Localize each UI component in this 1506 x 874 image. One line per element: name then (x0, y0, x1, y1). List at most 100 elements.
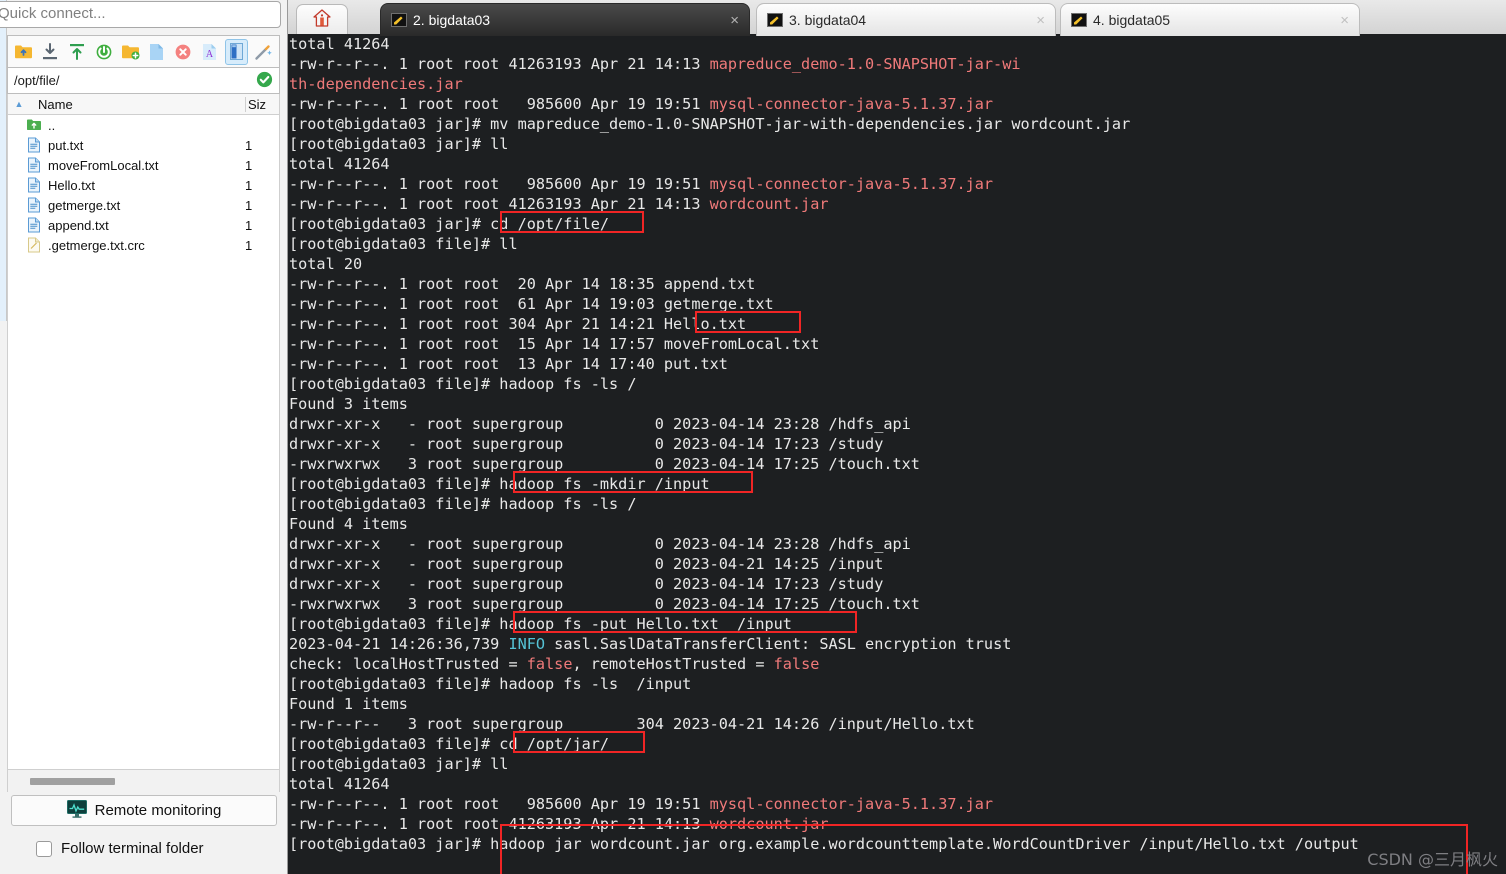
tab-4-bigdata05[interactable]: 4. bigdata05 × (1060, 3, 1360, 36)
magic-wand-icon[interactable] (251, 39, 275, 65)
terminal-line: [root@bigdata03 jar]# cd /opt/file/ (289, 214, 1506, 234)
terminal-line: -rw-r--r--. 1 root root 15 Apr 14 17:57 … (289, 334, 1506, 354)
file-name: moveFromLocal.txt (48, 157, 159, 173)
terminal-line: [root@bigdata03 file]# cd /opt/jar/ (289, 734, 1506, 754)
terminal-text-span: wordcount.jar (709, 195, 829, 213)
file-size: 1 (245, 137, 253, 153)
remote-terminal-window: Quick connect... A /opt/file/ ▲ Name Siz… (0, 0, 1506, 874)
terminal-line: total 41264 (289, 154, 1506, 174)
terminal-line: -rwxrwxrwx 3 root supergroup 0 2023-04-1… (289, 594, 1506, 614)
close-icon[interactable]: × (1340, 12, 1349, 29)
rename-icon[interactable]: A (198, 39, 222, 65)
terminal-text-span: sasl.SaslDataTransferClient: SASL encryp… (545, 635, 1012, 653)
terminal-text-span: [root@bigdata03 file]# cd /opt/jar/ (289, 735, 610, 753)
text-file-icon (26, 177, 42, 193)
list-item[interactable]: .getmerge.txt.crc 1 (8, 235, 279, 255)
list-item[interactable]: append.txt 1 (8, 215, 279, 235)
terminal-text-span: -rw-r--r-- 3 root supergroup 304 2023-04… (289, 715, 975, 733)
tab-label: 4. bigdata05 (1093, 12, 1171, 28)
close-icon[interactable]: × (1036, 12, 1045, 29)
terminal-text-span: th-dependencies.jar (289, 75, 463, 93)
quick-connect-input[interactable]: Quick connect... (0, 1, 281, 28)
file-name: getmerge.txt (48, 197, 121, 213)
download-icon[interactable] (39, 39, 63, 65)
terminal-text-span: drwxr-xr-x - root supergroup 0 2023-04-2… (289, 555, 884, 573)
sort-ascending-icon[interactable]: ▲ (8, 99, 30, 109)
terminal-text-span: total 41264 (289, 775, 390, 793)
go-up-folder-icon[interactable] (12, 39, 36, 65)
follow-terminal-folder-checkbox[interactable] (36, 840, 52, 857)
list-item[interactable]: moveFromLocal.txt 1 (8, 155, 279, 175)
terminal-text-span: check: localHostTrusted = (289, 655, 527, 673)
terminal-text-span: mysql-connector-java-5.1.37.jar (709, 95, 994, 113)
terminal-text-span: mapreduce_demo-1.0-SNAPSHOT-jar-wi (709, 55, 1021, 73)
terminal-text-span: [root@bigdata03 file]# hadoop fs -ls /in… (289, 675, 692, 693)
terminal-line: drwxr-xr-x - root supergroup 0 2023-04-2… (289, 554, 1506, 574)
list-item[interactable]: put.txt 1 (8, 135, 279, 155)
file-size: 1 (245, 157, 253, 173)
terminal-line: -rwxrwxrwx 3 root supergroup 0 2023-04-1… (289, 454, 1506, 474)
scrollbar-thumb[interactable] (30, 778, 115, 785)
terminal-line: 2023-04-21 14:26:36,739 INFO sasl.SaslDa… (289, 634, 1506, 654)
follow-terminal-folder-row[interactable]: Follow terminal folder (36, 840, 204, 857)
home-icon (312, 8, 332, 33)
home-tab[interactable] (296, 4, 348, 36)
file-name: .getmerge.txt.crc (48, 237, 145, 253)
check-circle-icon (256, 71, 273, 91)
new-folder-icon[interactable] (118, 39, 142, 65)
terminal-line: [root@bigdata03 jar]# hadoop jar wordcou… (289, 834, 1506, 854)
terminal-line: [root@bigdata03 jar]# ll (289, 754, 1506, 774)
list-item[interactable]: Hello.txt 1 (8, 175, 279, 195)
terminal-text-span: -rw-r--r--. 1 root root 61 Apr 14 19:03 … (289, 295, 774, 313)
terminal-line: total 20 (289, 254, 1506, 274)
terminal-area: 2. bigdata03 × 3. bigdata04 × 4. bigdata05 × … (288, 0, 1506, 874)
terminal-line: th-dependencies.jar (289, 74, 1506, 94)
terminal-line: Found 4 items (289, 514, 1506, 534)
terminal-text-span: -rw-r--r--. 1 root root 20 Apr 14 18:35 … (289, 275, 756, 293)
terminal-output[interactable]: total 41264 -rw-r--r--. 1 root root 41263… (288, 34, 1506, 874)
upload-icon[interactable] (65, 39, 89, 65)
terminal-text-span: wordcount.jar (709, 815, 829, 833)
remote-monitoring-button[interactable]: Remote monitoring (11, 795, 277, 826)
column-header-name[interactable]: Name (30, 97, 245, 112)
file-name: put.txt (48, 137, 84, 153)
remote-monitoring-label: Remote monitoring (94, 802, 222, 819)
tab-2-bigdata03[interactable]: 2. bigdata03 × (380, 3, 750, 36)
file-size: 1 (245, 197, 253, 213)
list-item[interactable]: getmerge.txt 1 (8, 195, 279, 215)
terminal-text-span: -rw-r--r--. 1 root root 13 Apr 14 17:40 … (289, 355, 728, 373)
terminal-text-span: total 41264 (289, 155, 390, 173)
terminal-session-icon (391, 13, 407, 27)
terminal-text-span: -rw-r--r--. 1 root root 41263193 Apr 21 … (289, 815, 710, 833)
terminal-line: -rw-r--r--. 1 root root 41263193 Apr 21 … (289, 194, 1506, 214)
refresh-icon[interactable] (92, 39, 116, 65)
tab-3-bigdata04[interactable]: 3. bigdata04 × (756, 3, 1056, 36)
terminal-line: -rw-r--r--. 1 root root 13 Apr 14 17:40 … (289, 354, 1506, 374)
terminal-line: [root@bigdata03 file]# ll (289, 234, 1506, 254)
terminal-text-span: , remoteHostTrusted = (572, 655, 774, 673)
text-file-icon (26, 157, 42, 173)
terminal-text-span: [root@bigdata03 file]# ll (289, 235, 518, 253)
terminal-line: check: localHostTrusted = false, remoteH… (289, 654, 1506, 674)
file-name: .. (48, 117, 56, 133)
close-icon[interactable]: × (730, 12, 739, 29)
terminal-text-span: -rwxrwxrwx 3 root supergroup 0 2023-04-1… (289, 455, 920, 473)
blank-file-icon (26, 237, 42, 253)
terminal-session-icon (767, 13, 783, 27)
terminal-line: drwxr-xr-x - root supergroup 0 2023-04-1… (289, 534, 1506, 554)
follow-terminal-folder-label: Follow terminal folder (61, 840, 204, 857)
list-item[interactable]: .. (8, 115, 279, 135)
column-header-size[interactable]: Siz (245, 96, 279, 112)
new-file-icon[interactable] (145, 39, 169, 65)
view-toggle-icon[interactable] (224, 38, 249, 65)
terminal-line: drwxr-xr-x - root supergroup 0 2023-04-1… (289, 574, 1506, 594)
terminal-line: -rw-r--r--. 1 root root 20 Apr 14 18:35 … (289, 274, 1506, 294)
file-list[interactable]: .. put.txt 1 moveFromLocal.txt 1 Hello.txt 1 ge… (7, 115, 280, 770)
file-list-horizontal-scrollbar[interactable] (7, 770, 280, 792)
delete-icon[interactable] (171, 39, 195, 65)
terminal-line: -rw-r--r-- 3 root supergroup 304 2023-04… (289, 714, 1506, 734)
remote-path-bar[interactable]: /opt/file/ (7, 68, 280, 94)
terminal-line: [root@bigdata03 file]# hadoop fs -ls /in… (289, 674, 1506, 694)
terminal-text-span: -rw-r--r--. 1 root root 41263193 Apr 21 … (289, 55, 710, 73)
terminal-text-span: 2023-04-21 14:26:36,739 (289, 635, 509, 653)
